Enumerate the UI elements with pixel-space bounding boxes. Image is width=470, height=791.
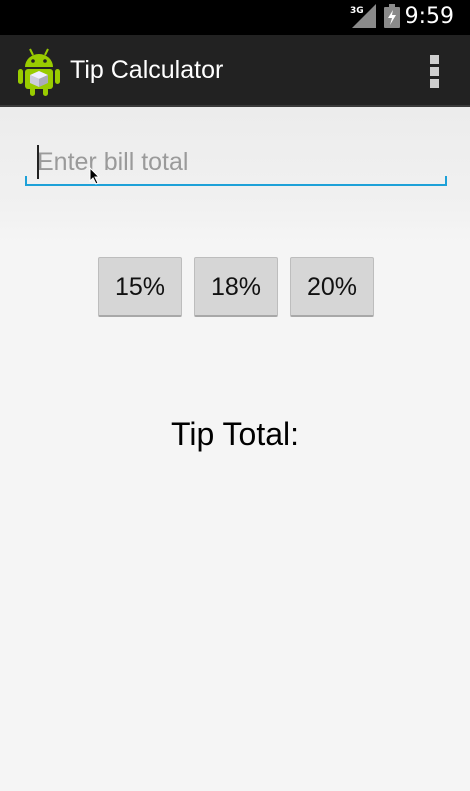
- overflow-menu-icon[interactable]: [428, 55, 440, 89]
- action-bar: Tip Calculator: [0, 35, 470, 107]
- status-bar: 3G 9:59: [0, 0, 470, 35]
- cell-signal-icon: 3G: [350, 4, 376, 28]
- svg-text:3G: 3G: [350, 6, 364, 16]
- tip-total-label: Tip Total:: [170, 416, 300, 452]
- tip-15-button[interactable]: 15%: [98, 257, 182, 317]
- app-title: Tip Calculator: [70, 56, 224, 84]
- status-time: 9:59: [404, 4, 454, 29]
- text-caret: [37, 145, 39, 179]
- battery-charging-icon: [384, 4, 400, 28]
- mouse-pointer-icon: [89, 167, 101, 185]
- android-app-icon[interactable]: [16, 47, 62, 97]
- tip-18-button[interactable]: 18%: [194, 257, 278, 317]
- tip-20-button[interactable]: 20%: [290, 257, 374, 317]
